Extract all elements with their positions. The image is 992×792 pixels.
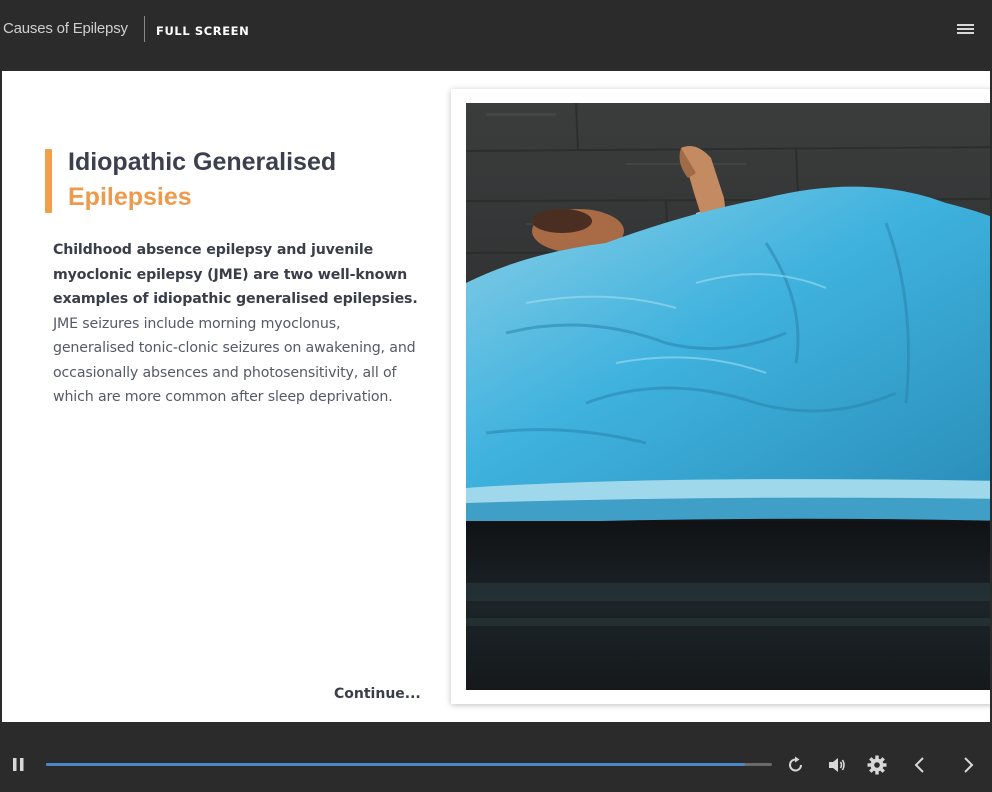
top-bar: Causes of Epilepsy FULL SCREEN <box>0 0 992 70</box>
body-text-regular: JME seizures include morning myoclonus, … <box>53 315 416 406</box>
gear-icon[interactable] <box>867 755 887 775</box>
video-player[interactable] <box>466 103 990 690</box>
hamburger-menu-icon[interactable] <box>957 23 974 36</box>
fullscreen-button[interactable]: FULL SCREEN <box>156 24 249 38</box>
heading-accent-bar <box>45 149 52 213</box>
progress-bar[interactable] <box>46 763 772 766</box>
volume-icon[interactable] <box>828 756 848 774</box>
replay-icon[interactable] <box>787 756 805 774</box>
chevron-right-icon[interactable] <box>961 756 975 774</box>
player-controls <box>0 722 992 792</box>
title-divider <box>144 16 145 42</box>
video-frame <box>451 89 990 704</box>
body-text-bold: Childhood absence epilepsy and juvenile … <box>53 242 418 307</box>
video-still-person-in-bed <box>466 103 990 690</box>
slide-heading-line2: Epilepsies <box>68 183 192 211</box>
course-title: Causes of Epilepsy <box>3 20 128 37</box>
progress-bar-fill <box>46 763 746 766</box>
slide-heading-line1: Idiopathic Generalised <box>68 148 337 176</box>
chevron-left-icon[interactable] <box>913 756 927 774</box>
continue-button[interactable]: Continue... <box>334 686 421 702</box>
slide-body-text: Childhood absence epilepsy and juvenile … <box>53 238 423 410</box>
slide-content: Idiopathic Generalised Epilepsies Childh… <box>2 71 990 722</box>
pause-icon[interactable] <box>12 757 26 773</box>
slide-heading: Idiopathic Generalised Epilepsies <box>68 145 428 215</box>
